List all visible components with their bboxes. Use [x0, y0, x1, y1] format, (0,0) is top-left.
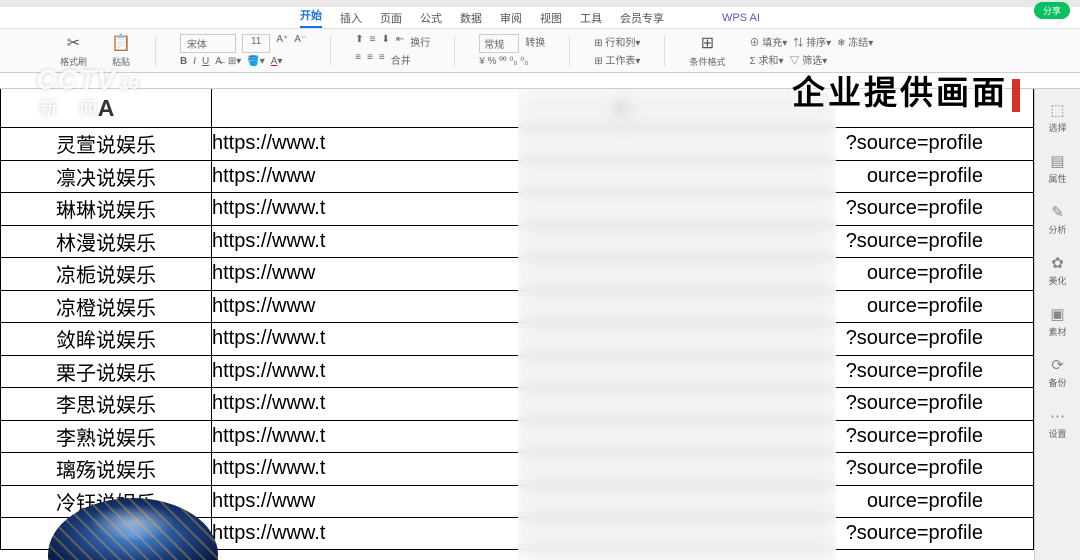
menu-tab-page[interactable]: 页面 [380, 10, 402, 26]
menu-tab-data[interactable]: 数据 [460, 10, 482, 26]
sidebar-item[interactable]: ▤ 属性 [1048, 152, 1066, 185]
paste-icon[interactable]: 📋 [111, 33, 131, 53]
table-row[interactable]: 璃殇说娱乐https://www.t?source=profile [0, 452, 1034, 485]
sidebar-label: 备份 [1048, 376, 1066, 389]
sidebar-icon: ▣ [1050, 305, 1064, 323]
sidebar-item[interactable]: ✎ 分析 [1048, 203, 1066, 236]
table-row[interactable]: 凛决说娱乐https://wwwource=profile [0, 160, 1034, 193]
menu-tab-formula[interactable]: 公式 [420, 10, 442, 26]
italic-icon[interactable]: I [193, 56, 196, 67]
indent-icon[interactable]: ⇤ [396, 34, 404, 49]
align-mid-icon[interactable]: ≡ [370, 34, 376, 49]
spreadsheet-grid[interactable]: A B 灵萱说娱乐https://www.t?source=profile凛决说… [0, 89, 1034, 560]
align-top-icon[interactable]: ⬆ [355, 34, 363, 49]
border-icon[interactable]: ⊞▾ [228, 56, 241, 67]
number-format-select[interactable]: 常规 [479, 34, 519, 53]
sidebar-icon: ✎ [1051, 203, 1064, 221]
sidebar-label: 美化 [1048, 274, 1066, 287]
align-center-icon[interactable]: ≡ [367, 52, 373, 67]
table-row[interactable]: 李思说娱乐https://www.t?source=profile [0, 387, 1034, 420]
font-name-select[interactable]: 宋体 [180, 34, 236, 53]
menu-tab-view[interactable]: 视图 [540, 10, 562, 26]
cell-name[interactable]: 灵萱说娱乐 [0, 128, 212, 160]
cell-name[interactable]: 凉橙说娱乐 [0, 291, 212, 323]
align-right-icon[interactable]: ≡ [379, 52, 385, 67]
cell-name[interactable]: 凛决说娱乐 [0, 161, 212, 193]
menu-tab-start[interactable]: 开始 [300, 7, 322, 28]
cell-name[interactable]: 李思说娱乐 [0, 388, 212, 420]
cell-name[interactable]: 琳琳说娱乐 [0, 193, 212, 225]
cell-name[interactable]: 敛眸说娱乐 [0, 323, 212, 355]
cell-name[interactable]: 栗子说娱乐 [0, 356, 212, 388]
news-globe-graphic [48, 498, 218, 560]
cond-format-icon[interactable]: ⊞ [701, 33, 714, 53]
sidebar-item[interactable]: ▣ 素材 [1048, 305, 1066, 338]
menu-tab-insert[interactable]: 插入 [340, 10, 362, 26]
overlay-caption: 企业提供画面 [792, 66, 1020, 114]
align-left-icon[interactable]: ≡ [355, 52, 361, 67]
sidebar-item[interactable]: ⟳ 备份 [1048, 356, 1066, 389]
strike-icon[interactable]: A̶ [215, 56, 222, 67]
cell-name[interactable]: 璃殇说娱乐 [0, 453, 212, 485]
sidebar-label: 属性 [1048, 172, 1066, 185]
freeze-button[interactable]: ❄ 冻结▾ [837, 34, 873, 49]
bold-icon[interactable]: B [180, 56, 187, 67]
table-row[interactable]: 敛眸说娱乐https://www.t?source=profile [0, 322, 1034, 355]
font-shrink-icon[interactable]: A⁻ [294, 34, 306, 53]
sidebar-label: 选择 [1048, 121, 1066, 134]
sidebar-label: 素材 [1048, 325, 1066, 338]
sidebar-item[interactable]: ⬚ 选择 [1048, 101, 1066, 134]
censored-region [518, 89, 836, 560]
table-row[interactable]: 灵萱说娱乐https://www.t?source=profile [0, 127, 1034, 160]
menu-tab-review[interactable]: 审阅 [500, 10, 522, 26]
sum-button[interactable]: Σ 求和▾ [749, 52, 783, 67]
cond-format-label: 条件格式 [689, 55, 725, 68]
worksheet-button[interactable]: ⊞ 工作表▾ [594, 52, 640, 67]
table-row[interactable]: 琳琳说娱乐https://www.t?source=profile [0, 192, 1034, 225]
wps-ai-button[interactable]: WPS AI [722, 12, 760, 24]
merge-button[interactable]: 合并 [391, 52, 411, 67]
sidebar-icon: ⬚ [1050, 101, 1064, 119]
table-row[interactable]: 栗子说娱乐https://www.t?source=profile [0, 355, 1034, 388]
sidebar-label: 分析 [1048, 223, 1066, 236]
sidebar-icon: ▤ [1050, 152, 1064, 170]
underline-icon[interactable]: U [202, 56, 209, 67]
format-painter-icon[interactable]: ✂ [67, 33, 80, 53]
filter-button[interactable]: ▽ 筛选▾ [789, 52, 827, 67]
cell-name[interactable]: 林漫说娱乐 [0, 226, 212, 258]
fill-color-icon[interactable]: 🪣▾ [247, 56, 264, 67]
cell-name[interactable]: 李熟说娱乐 [0, 421, 212, 453]
convert-button[interactable]: 转换 [525, 34, 545, 53]
sort-button[interactable]: ⇅ 排序▾ [793, 34, 831, 49]
sidebar-icon: ⟳ [1051, 356, 1064, 374]
menu-bar: 开始 插入 页面 公式 数据 审阅 视图 工具 会员专享 WPS AI 分享 [0, 7, 1080, 29]
sidebar-icon: ⋯ [1050, 407, 1065, 425]
wrap-button[interactable]: 换行 [410, 34, 430, 49]
right-sidebar: ⬚ 选择 ▤ 属性 ✎ 分析 ✿ 美化 ▣ 素材 ⟳ 备份 ⋯ 设置 [1034, 89, 1080, 560]
cell-name[interactable]: 凉栀说娱乐 [0, 258, 212, 290]
font-size-select[interactable]: 11 [242, 34, 270, 53]
cctv-logo: CCTV13 新 闻 [36, 64, 139, 119]
table-row[interactable]: 林漫说娱乐https://www.t?source=profile [0, 225, 1034, 258]
rowcol-button[interactable]: ⊞ 行和列▾ [594, 34, 640, 49]
table-row[interactable]: 凉橙说娱乐https://wwwource=profile [0, 290, 1034, 323]
sidebar-item[interactable]: ⋯ 设置 [1048, 407, 1066, 440]
table-row[interactable]: 李熟说娱乐https://www.t?source=profile [0, 420, 1034, 453]
sidebar-label: 设置 [1048, 427, 1066, 440]
fill-button[interactable]: ⊕ 填充▾ [749, 34, 787, 49]
menu-tab-tools[interactable]: 工具 [580, 10, 602, 26]
sidebar-item[interactable]: ✿ 美化 [1048, 254, 1066, 287]
font-color-icon[interactable]: A▾ [271, 56, 283, 67]
menu-tab-member[interactable]: 会员专享 [620, 10, 664, 26]
align-bot-icon[interactable]: ⬇ [381, 34, 389, 49]
font-grow-icon[interactable]: A⁺ [276, 34, 288, 53]
sidebar-icon: ✿ [1051, 254, 1064, 272]
table-row[interactable]: 凉栀说娱乐https://wwwource=profile [0, 257, 1034, 290]
share-button[interactable]: 分享 [1034, 2, 1070, 19]
